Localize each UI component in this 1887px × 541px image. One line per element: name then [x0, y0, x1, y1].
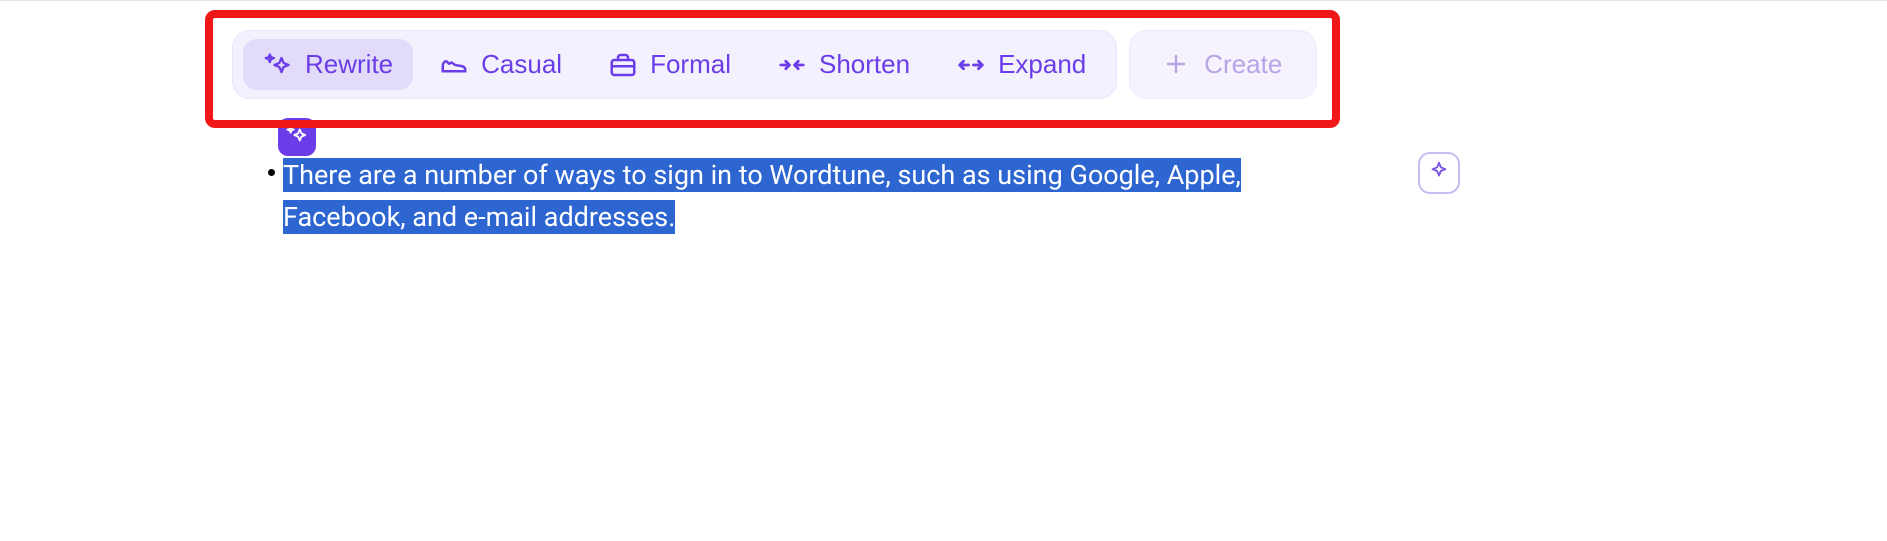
- casual-label: Casual: [481, 49, 562, 80]
- bullet-marker: [268, 169, 275, 176]
- shorten-button[interactable]: Shorten: [757, 39, 930, 90]
- arrows-in-icon: [777, 50, 807, 80]
- sparkle-outline-icon: [1428, 160, 1450, 186]
- toolbar-button-group: Rewrite Casual Formal: [232, 30, 1117, 99]
- top-divider: [0, 0, 1887, 1]
- create-button[interactable]: Create: [1129, 30, 1317, 99]
- plus-icon: [1164, 52, 1190, 78]
- floating-wordtune-button[interactable]: [1418, 152, 1460, 194]
- formal-button[interactable]: Formal: [588, 39, 751, 90]
- casual-button[interactable]: Casual: [419, 39, 582, 90]
- rewrite-button[interactable]: Rewrite: [243, 39, 413, 90]
- arrows-out-icon: [956, 50, 986, 80]
- sparkle-icon: [263, 50, 293, 80]
- wordtune-badge[interactable]: [278, 118, 316, 156]
- shoe-icon: [439, 50, 469, 80]
- list-item: There are a number of ways to sign in to…: [282, 155, 1342, 239]
- expand-button[interactable]: Expand: [936, 39, 1106, 90]
- briefcase-icon: [608, 50, 638, 80]
- rewrite-label: Rewrite: [305, 49, 393, 80]
- create-label: Create: [1204, 49, 1282, 80]
- shorten-label: Shorten: [819, 49, 910, 80]
- formal-label: Formal: [650, 49, 731, 80]
- selected-text-content: There are a number of ways to sign in to…: [283, 158, 1241, 234]
- selected-text[interactable]: There are a number of ways to sign in to…: [283, 155, 1342, 239]
- toolbar: Rewrite Casual Formal: [232, 30, 1317, 99]
- editor-content[interactable]: There are a number of ways to sign in to…: [282, 155, 1342, 239]
- expand-label: Expand: [998, 49, 1086, 80]
- sparkle-icon: [286, 124, 308, 150]
